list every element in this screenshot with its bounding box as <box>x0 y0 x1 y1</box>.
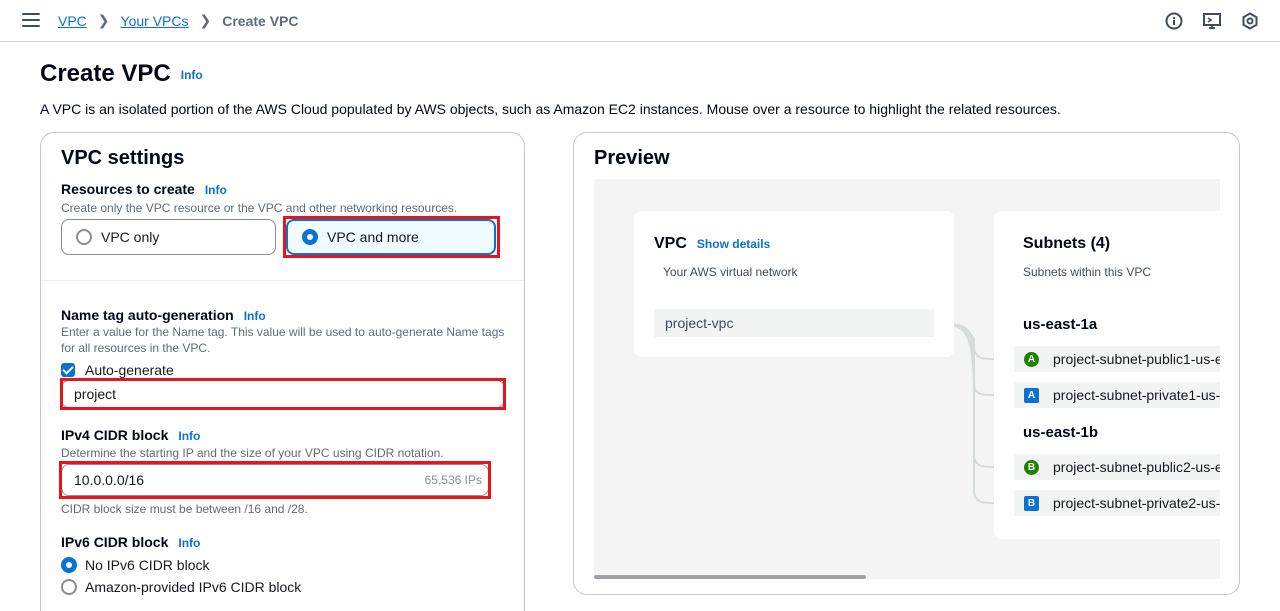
no-ipv6-option[interactable]: No IPv6 CIDR block <box>61 557 209 573</box>
resources-description: Create only the VPC resource or the VPC … <box>61 201 458 215</box>
info-circle-icon[interactable] <box>1164 11 1184 31</box>
highlight-box <box>60 378 506 410</box>
highlight-box <box>283 216 500 258</box>
vpc-preview-card: VPC Show details Your AWS virtual network… <box>634 211 954 357</box>
public-subnet-badge-icon: B <box>1024 459 1039 475</box>
vpc-card-description: Your AWS virtual network <box>663 265 798 279</box>
ipv6-info-link[interactable]: Info <box>178 536 200 550</box>
chevron-right-icon: ❯ <box>97 12 110 28</box>
subnet-item[interactable]: B project-subnet-private2-us-east-1b <box>1014 490 1220 516</box>
amazon-ipv6-option[interactable]: Amazon-provided IPv6 CIDR block <box>61 579 301 595</box>
page-description: A VPC is an isolated portion of the AWS … <box>40 101 1061 117</box>
preview-panel: Preview VPC Show details Your AWS virtual… <box>573 132 1240 595</box>
breadcrumb-vpc-link[interactable]: VPC <box>58 13 87 29</box>
az-label: us-east-1a <box>1023 316 1098 333</box>
checkbox-checked-icon <box>61 363 75 377</box>
az-label: us-east-1b <box>1023 424 1099 441</box>
vpc-name-item[interactable]: project-vpc <box>654 309 934 337</box>
breadcrumb-your-vpcs-link[interactable]: Your VPCs <box>121 13 189 29</box>
name-tag-info-link[interactable]: Info <box>244 309 266 323</box>
menu-icon[interactable] <box>22 13 40 27</box>
auto-generate-checkbox[interactable]: Auto-generate <box>61 362 174 378</box>
page-content: Create VPC Info A VPC is an isolated port… <box>0 42 1280 611</box>
settings-gear-icon[interactable] <box>1240 11 1260 31</box>
ipv4-constraint: CIDR block size must be between /16 and … <box>61 502 308 516</box>
monitor-icon[interactable] <box>1202 11 1222 31</box>
subnet-item[interactable]: A project-subnet-public1-us-east-1a <box>1014 346 1220 372</box>
show-details-link[interactable]: Show details <box>697 237 770 251</box>
name-tag-description: Enter a value for the Name tag. This val… <box>61 325 505 355</box>
public-subnet-badge-icon: A <box>1024 351 1039 367</box>
resources-label: Resources to create Info <box>61 181 227 197</box>
private-subnet-badge-icon: A <box>1024 387 1039 403</box>
ipv6-label: IPv6 CIDR block Info <box>61 534 201 550</box>
subnet-item[interactable]: B project-subnet-public2-us-east-1b <box>1014 454 1220 480</box>
radio-icon <box>76 229 92 245</box>
ipv4-description: Determine the starting IP and the size o… <box>61 446 444 460</box>
highlight-box <box>59 461 491 499</box>
preview-title: Preview <box>594 147 670 169</box>
preview-canvas[interactable]: VPC Show details Your AWS virtual network… <box>594 179 1220 579</box>
page-title: Create VPC Info <box>40 60 203 87</box>
vpc-settings-panel: VPC settings Resources to create Info Cre… <box>40 132 525 611</box>
subnets-preview-card: Subnets (4) Subnets within this VPC us-e… <box>994 211 1220 539</box>
breadcrumb-current: Create VPC <box>222 12 299 29</box>
subnets-card-description: Subnets within this VPC <box>1023 265 1152 279</box>
top-navigation-bar: VPC ❯ Your VPCs ❯ Create VPC <box>0 0 1280 42</box>
breadcrumb: VPC ❯ Your VPCs ❯ Create VPC <box>58 12 299 29</box>
chevron-right-icon: ❯ <box>199 12 212 28</box>
section-divider <box>41 280 524 281</box>
vpc-only-option[interactable]: VPC only <box>61 219 276 255</box>
private-subnet-badge-icon: B <box>1024 495 1039 511</box>
ipv4-info-link[interactable]: Info <box>178 429 200 443</box>
page-info-link[interactable]: Info <box>181 68 203 82</box>
radio-selected-icon <box>61 557 77 573</box>
resources-info-link[interactable]: Info <box>205 183 227 197</box>
vpc-card-title: VPC Show details <box>654 235 771 252</box>
horizontal-scrollbar[interactable] <box>594 575 866 579</box>
vpc-settings-title: VPC settings <box>61 147 185 169</box>
ipv4-label: IPv4 CIDR block Info <box>61 427 201 443</box>
name-tag-label: Name tag auto-generation Info <box>61 307 266 323</box>
radio-icon <box>61 579 77 595</box>
subnet-item[interactable]: A project-subnet-private1-us-east-1a <box>1014 382 1220 408</box>
subnets-card-title: Subnets (4) <box>1023 235 1111 252</box>
